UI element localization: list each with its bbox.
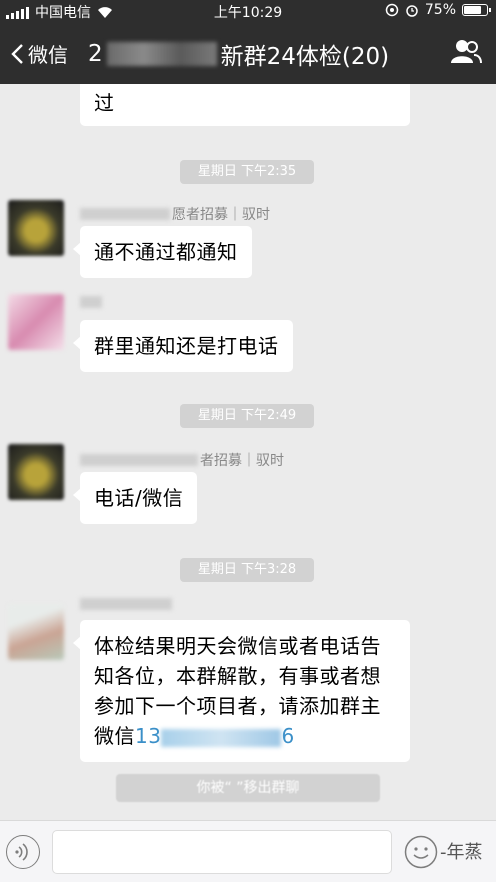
system-notice: 你被“ ”移出群聊 bbox=[116, 774, 380, 802]
sender-name: 愿者招募｜驭时 bbox=[80, 204, 270, 224]
voice-input-button[interactable] bbox=[6, 835, 40, 869]
voice-icon bbox=[14, 842, 28, 861]
message-text: 过 bbox=[94, 91, 115, 115]
avatar[interactable] bbox=[8, 294, 64, 350]
battery-percent: 75% bbox=[424, 2, 456, 18]
avatar[interactable] bbox=[8, 444, 64, 500]
sender-name: 者招募｜驭时 bbox=[80, 450, 284, 470]
battery-icon bbox=[462, 4, 491, 16]
timestamp-pill: 星期日 下午2:35 bbox=[180, 160, 314, 184]
emoji-icon bbox=[404, 835, 438, 869]
avatar[interactable] bbox=[8, 604, 64, 660]
chat-title-prefix: 2 bbox=[88, 41, 103, 67]
chat-header: 微信 2 新群24体检(20) bbox=[0, 22, 496, 84]
sender-name bbox=[80, 296, 104, 308]
sender-name bbox=[80, 598, 174, 610]
chat-title: 2 新群24体检(20) bbox=[88, 37, 389, 71]
message-bubble[interactable]: 体检结果明天会微信或者电话告 知各位，本群解散，有事或者想 参加下一个项目者，请… bbox=[73, 620, 410, 762]
message-bubble[interactable]: 通不通过都通知 bbox=[73, 226, 252, 278]
location-icon bbox=[385, 3, 399, 17]
alarm-icon bbox=[406, 5, 418, 17]
timestamp-pill: 星期日 下午3:28 bbox=[180, 558, 314, 582]
message-line: 知各位，本群解散，有事或者想 bbox=[94, 664, 381, 688]
message-line: 体检结果明天会微信或者电话告 bbox=[94, 634, 381, 658]
back-label: 微信 bbox=[28, 43, 68, 67]
status-bar: 中国电信 上午10:29 75% bbox=[0, 0, 496, 22]
message-list[interactable]: 过 星期日 下午2:35 愿者招募｜驭时 通不通过都通知 群里通知还是打电话 星… bbox=[0, 84, 496, 820]
message-input[interactable] bbox=[52, 830, 392, 874]
redacted-phone bbox=[161, 728, 282, 747]
chat-title-suffix: 新群24体检(20) bbox=[220, 44, 390, 70]
group-info-icon[interactable] bbox=[450, 38, 482, 64]
message-bubble[interactable]: 电话/微信 bbox=[72, 472, 198, 524]
phone-number-link[interactable]: 13 bbox=[135, 724, 161, 748]
back-button[interactable]: 微信 bbox=[10, 39, 68, 68]
message-line: 参加下一个项目者，请添加群主 bbox=[94, 694, 381, 718]
timestamp-pill: 星期日 下午2:49 bbox=[180, 404, 314, 428]
redacted-title-part bbox=[106, 42, 217, 66]
input-bar: -年蒸 bbox=[0, 820, 496, 882]
emoji-button[interactable] bbox=[404, 835, 438, 869]
watermark: -年蒸 bbox=[440, 842, 483, 863]
message-bubble[interactable]: 群里通知还是打电话 bbox=[73, 320, 293, 372]
chevron-left-icon bbox=[11, 43, 23, 64]
message-line: 微信13 6 bbox=[94, 724, 295, 748]
message-bubble[interactable]: 过 bbox=[80, 84, 410, 126]
avatar[interactable] bbox=[8, 200, 64, 256]
